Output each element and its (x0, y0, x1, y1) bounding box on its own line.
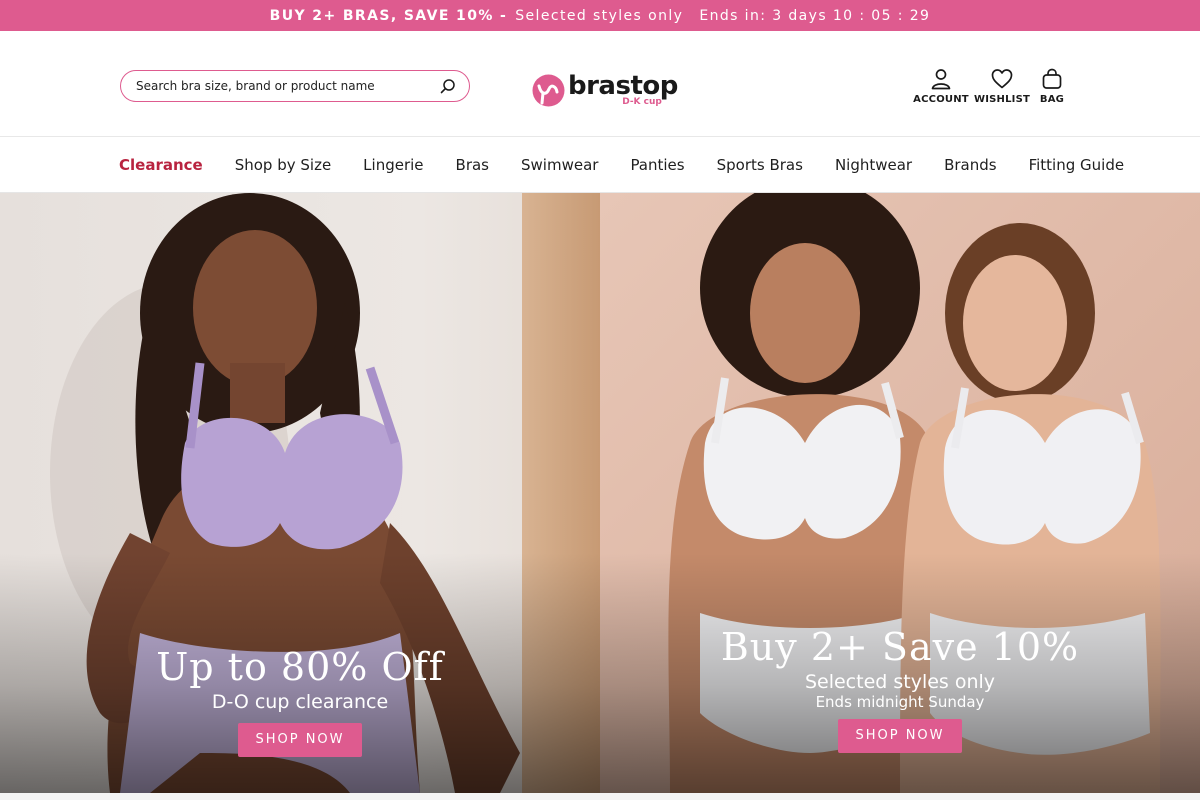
account-button[interactable]: ACCOUNT (912, 67, 970, 105)
site-header: brastop D-K cup ACCOUNT WISHLIST BAG (0, 31, 1200, 137)
hero-subline-buy2save10: Selected styles only (804, 671, 996, 693)
brand-logo[interactable]: brastop D-K cup (532, 71, 678, 111)
wishlist-label: WISHLIST (973, 94, 1031, 105)
nav-item-swimwear[interactable]: Swimwear (521, 156, 598, 174)
nav-item-brands[interactable]: Brands (944, 156, 997, 174)
page-bottom-strip (0, 793, 1200, 800)
shop-now-button-buy2save10[interactable]: SHOP NOW (838, 719, 962, 753)
promo-countdown: Ends in: 3 days 10 : 05 : 29 (699, 7, 931, 24)
search-box (120, 70, 470, 102)
nav-item-fitting-guide[interactable]: Fitting Guide (1029, 156, 1124, 174)
account-label: ACCOUNT (913, 94, 969, 105)
nav-item-lingerie[interactable]: Lingerie (363, 156, 423, 174)
hero-panel-buy2save10[interactable]: Buy 2+ Save 10% Selected styles only End… (600, 193, 1200, 793)
logo-subtitle: D-K cup (622, 97, 662, 107)
search-input[interactable] (136, 79, 439, 93)
nav-item-bras[interactable]: Bras (456, 156, 489, 174)
wishlist-button[interactable]: WISHLIST (974, 67, 1030, 105)
main-nav: Clearance Shop by Size Lingerie Bras Swi… (0, 137, 1200, 193)
hero-panel-clearance[interactable]: Up to 80% Off D-O cup clearance SHOP NOW (0, 193, 600, 793)
hero-headline-buy2save10: Buy 2+ Save 10% (720, 625, 1080, 669)
nav-item-shop-by-size[interactable]: Shop by Size (235, 156, 331, 174)
nav-item-panties[interactable]: Panties (630, 156, 684, 174)
promo-bar[interactable]: BUY 2+ BRAS, SAVE 10% - Selected styles … (0, 0, 1200, 31)
hero-smallline-buy2save10: Ends midnight Sunday (815, 693, 985, 711)
bag-button[interactable]: BAG (1036, 67, 1068, 105)
shop-now-button-clearance[interactable]: SHOP NOW (238, 723, 362, 757)
nav-item-clearance[interactable]: Clearance (119, 156, 203, 174)
heart-icon (991, 69, 1013, 89)
bag-label: BAG (1039, 94, 1065, 105)
search-icon[interactable] (439, 77, 457, 95)
nav-item-nightwear[interactable]: Nightwear (835, 156, 912, 174)
promo-bold-text: BUY 2+ BRAS, SAVE 10% - (269, 7, 508, 24)
hero-subline-clearance: D-O cup clearance (211, 691, 389, 713)
hero-overlay-buy2save10: Buy 2+ Save 10% Selected styles only End… (600, 625, 1200, 753)
logo-mark-icon (532, 74, 565, 107)
hero-overlay-clearance: Up to 80% Off D-O cup clearance SHOP NOW (0, 645, 600, 757)
bag-icon (1042, 68, 1062, 89)
hero-banners: Up to 80% Off D-O cup clearance SHOP NOW (0, 193, 1200, 793)
nav-item-sports-bras[interactable]: Sports Bras (717, 156, 803, 174)
user-icon (931, 69, 951, 90)
hero-headline-clearance: Up to 80% Off (156, 645, 444, 689)
promo-text: Selected styles only (515, 7, 684, 24)
